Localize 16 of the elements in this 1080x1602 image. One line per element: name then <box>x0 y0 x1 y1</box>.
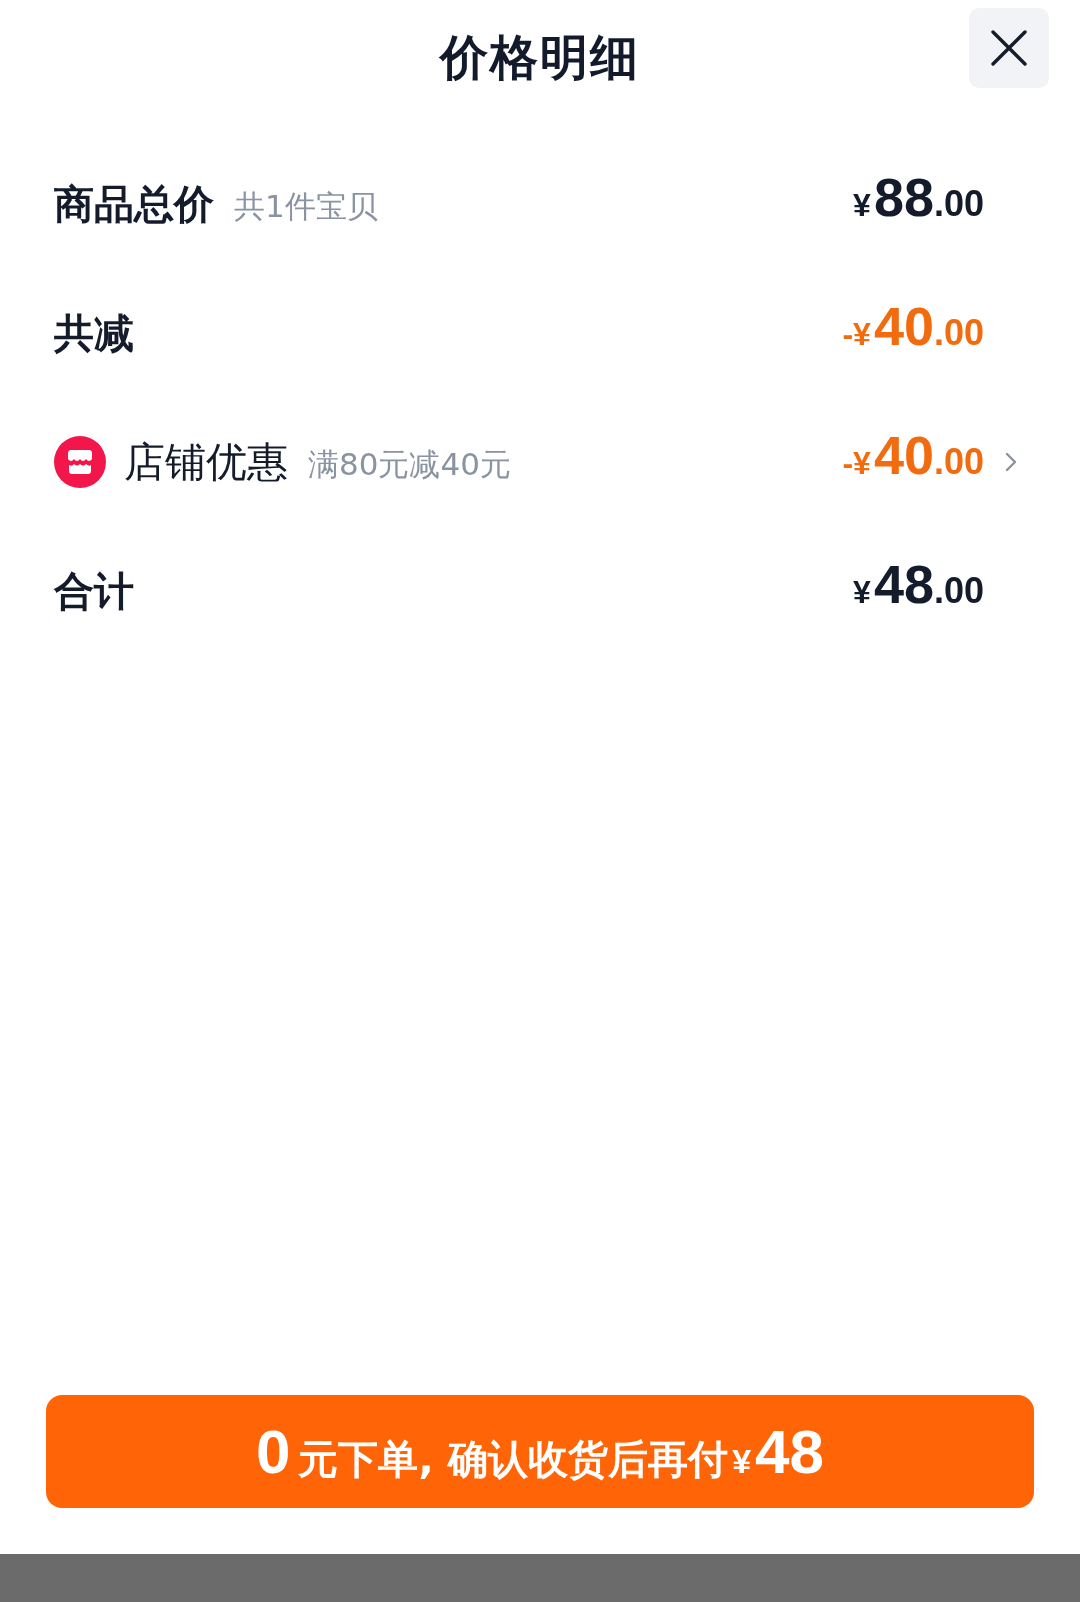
close-button[interactable] <box>969 8 1049 88</box>
checkout-button[interactable]: 0 元下单, 确认收货后再付¥48 <box>46 1395 1034 1508</box>
row-note: 共1件宝贝 <box>234 186 378 226</box>
row-label: 合计 <box>54 567 134 614</box>
price-amount: -¥40.00 <box>842 295 984 358</box>
price-amount: ¥48.00 <box>853 553 984 616</box>
row-label: 商品总价 <box>54 180 214 227</box>
row-label: 店铺优惠 <box>124 438 288 485</box>
close-icon <box>991 30 1027 66</box>
chevron-right-icon[interactable] <box>1005 451 1017 472</box>
row-note: 满80元减40元 <box>308 444 511 484</box>
price-amount: -¥40.00 <box>842 424 984 487</box>
price-amount: ¥88.00 <box>853 166 984 229</box>
sheet-title: 价格明细 <box>440 32 640 82</box>
row-label: 共减 <box>54 309 134 356</box>
store-icon <box>54 435 106 488</box>
